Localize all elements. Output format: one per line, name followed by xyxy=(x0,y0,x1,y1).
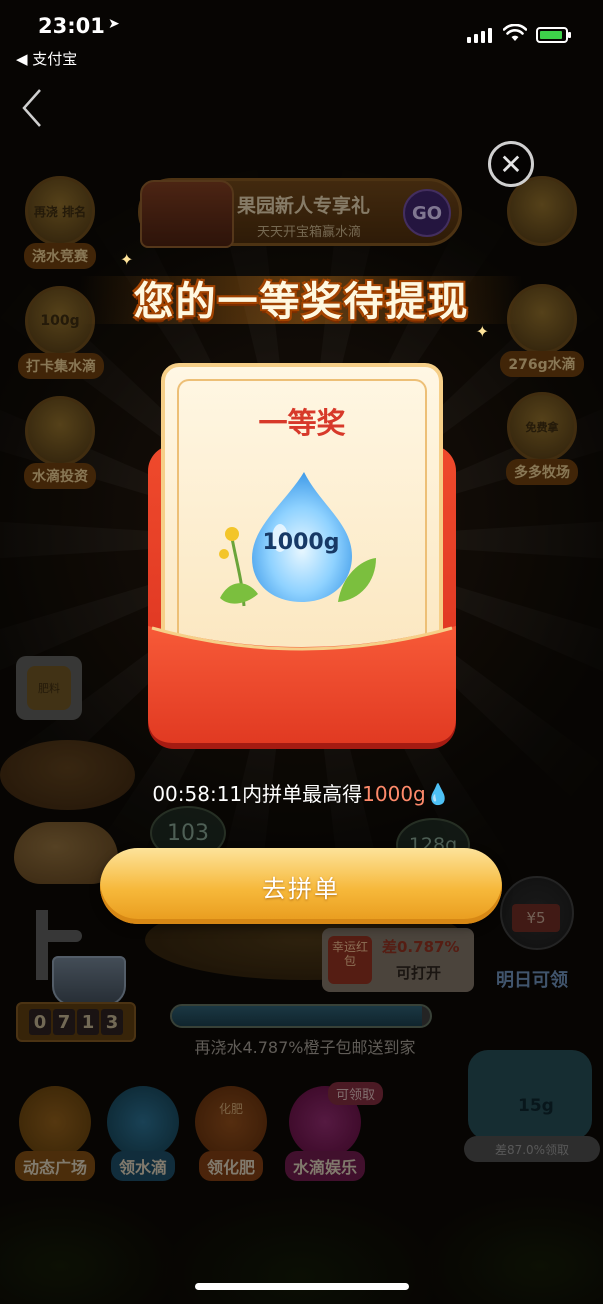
small-water-drop-icon: 💧 xyxy=(425,782,451,806)
wifi-icon xyxy=(503,24,527,41)
countdown-time: 00:58:11 xyxy=(152,782,243,806)
sparkle-icon: ✦ xyxy=(475,322,489,341)
prize-headline: ✦ 您的一等奖待提现 ✦ xyxy=(80,250,523,341)
red-envelope-front xyxy=(148,618,456,743)
prize-title: 一等奖 xyxy=(258,406,346,440)
sparkle-icon: ✦ xyxy=(120,250,134,269)
back-chevron-icon[interactable] xyxy=(20,88,44,128)
leaf-icon xyxy=(338,558,376,602)
flower-icon xyxy=(219,527,258,607)
group-buy-timer: 00:58:11内拼单最高得1000g💧 xyxy=(80,778,523,807)
timer-text: 内拼单最高得 xyxy=(242,782,363,806)
close-button[interactable]: ✕ xyxy=(488,141,534,187)
status-time: 23:01 xyxy=(38,14,105,38)
battery-icon xyxy=(536,27,571,43)
back-to-app-link[interactable]: ◀ 支付宝 xyxy=(16,48,77,69)
close-icon: ✕ xyxy=(499,147,523,181)
timer-amount: 1000g xyxy=(362,782,426,806)
group-buy-button[interactable]: 去拼单 xyxy=(100,848,502,924)
prize-headline-text: 您的一等奖待提现 xyxy=(133,279,470,325)
location-arrow-icon: ➤ xyxy=(108,16,120,32)
home-indicator[interactable] xyxy=(195,1283,409,1290)
signal-icon xyxy=(467,28,492,43)
